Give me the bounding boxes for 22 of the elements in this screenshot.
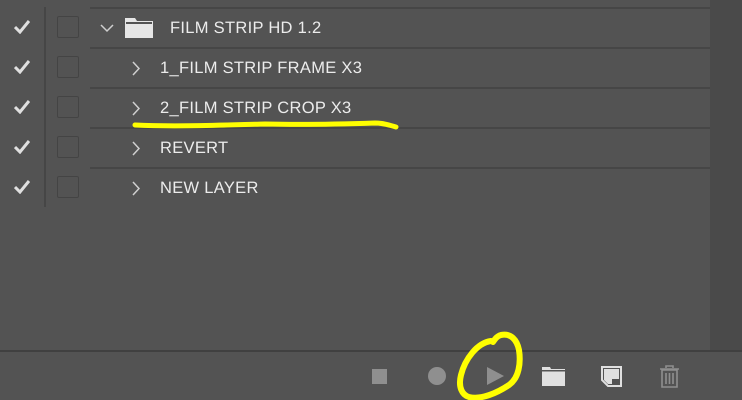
chevron-right-icon[interactable] — [132, 100, 140, 116]
chevron-right-icon[interactable] — [132, 180, 140, 196]
action-name[interactable]: REVERT — [160, 138, 228, 158]
chevron-right-icon[interactable] — [132, 140, 140, 156]
play-icon — [486, 367, 504, 385]
action-name[interactable]: 2_FILM STRIP CROP X3 — [160, 98, 352, 118]
stop-icon — [372, 368, 386, 384]
action-name[interactable]: NEW LAYER — [160, 178, 259, 198]
checkmark-icon[interactable] — [14, 20, 30, 34]
new-page-icon — [600, 366, 622, 386]
folder-icon — [124, 17, 154, 39]
chevron-right-icon[interactable] — [132, 60, 140, 76]
record-icon — [428, 367, 446, 385]
trash-icon — [658, 364, 680, 388]
chevron-down-icon[interactable] — [100, 24, 114, 32]
checkmark-icon[interactable] — [14, 100, 30, 114]
checkmark-icon[interactable] — [14, 60, 30, 74]
action-set-name[interactable]: FILM STRIP HD 1.2 — [170, 18, 322, 38]
checkmark-icon[interactable] — [14, 180, 30, 194]
folder-icon — [540, 366, 566, 386]
action-name[interactable]: 1_FILM STRIP FRAME X3 — [160, 58, 362, 78]
checkmark-icon[interactable] — [14, 140, 30, 154]
